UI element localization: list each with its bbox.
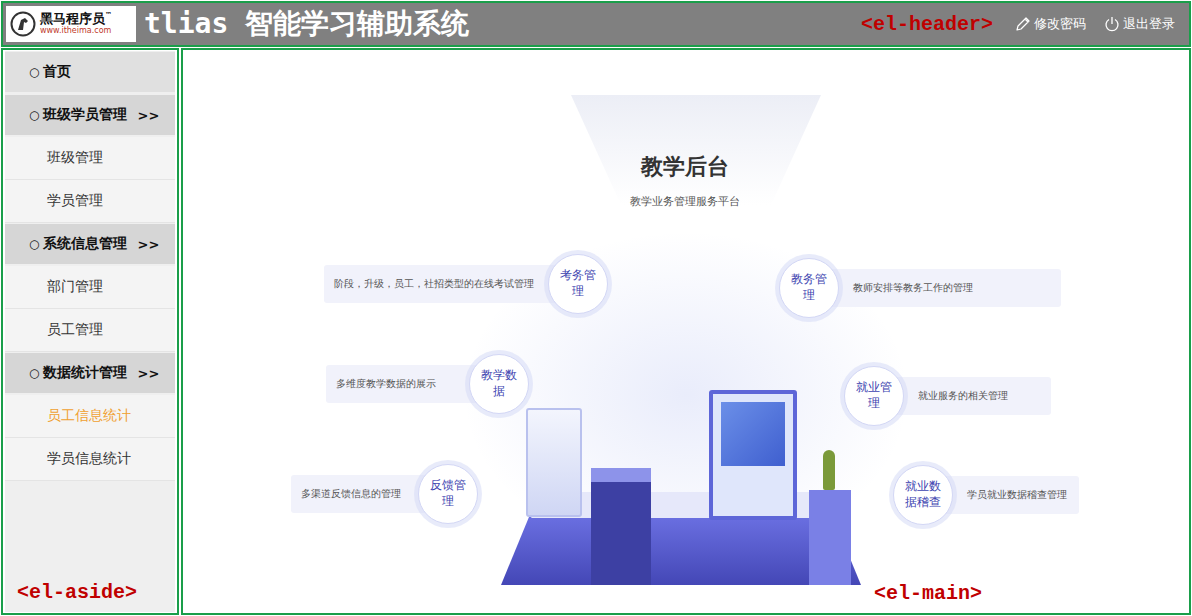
- dashboard-illustration: 教学后台教学业务管理服务平台阶段，升级，员工，社招类型的在线考试管理考务管理多维…: [281, 90, 1091, 590]
- platform: [501, 515, 861, 585]
- aside-annotation: <el-aside>: [5, 581, 175, 612]
- module-node[interactable]: 就业管理就业服务的相关管理: [844, 366, 1051, 426]
- header-action[interactable]: 退出登录: [1104, 15, 1175, 33]
- module-node[interactable]: 阶段，升级，员工，社招类型的在线考试管理考务管理: [324, 254, 608, 314]
- aside: ○首页○班级学员管理>>班级管理学员管理○系统信息管理>>部门管理员工管理○数据…: [1, 48, 179, 615]
- module-description: 阶段，升级，员工，社招类型的在线考试管理: [324, 265, 578, 303]
- submenu-item[interactable]: 部门管理: [5, 266, 175, 309]
- submenu-item[interactable]: 学员管理: [5, 180, 175, 223]
- power-icon: [1104, 16, 1120, 32]
- module-node[interactable]: 教务管理教师安排等教务工作的管理: [779, 258, 1061, 318]
- submenu-item[interactable]: 员工管理: [5, 309, 175, 352]
- pillar: [809, 490, 851, 585]
- side-menu: ○首页○班级学员管理>>班级管理学员管理○系统信息管理>>部门管理员工管理○数据…: [5, 51, 175, 481]
- light-beam: [571, 95, 821, 205]
- submenu-item[interactable]: 学员信息统计: [5, 438, 175, 481]
- main-annotation: <el-main>: [874, 582, 982, 605]
- monitor: [709, 390, 797, 520]
- app-page: 黑马程序员™www.itheima.comtlias 智能学习辅助系统<el-h…: [0, 0, 1192, 616]
- submenu-item[interactable]: 班级管理: [5, 137, 175, 180]
- module-name[interactable]: 反馈管理: [418, 464, 478, 524]
- app-title: tlias 智能学习辅助系统: [144, 5, 469, 43]
- header-action[interactable]: 修改密码: [1015, 15, 1086, 33]
- horse-logo-icon: [10, 11, 36, 37]
- module-name[interactable]: 就业管理: [844, 366, 904, 426]
- main-subtitle: 教学业务管理服务平台: [535, 194, 835, 209]
- menu-group[interactable]: ○数据统计管理>>: [5, 353, 175, 393]
- pencil-icon: [1015, 16, 1031, 32]
- module-node[interactable]: 多维度教学数据的展示教学数据: [326, 354, 529, 414]
- main: 教学后台教学业务管理服务平台阶段，升级，员工，社招类型的在线考试管理考务管理多维…: [181, 48, 1191, 615]
- logo-url: www.itheima.com: [40, 27, 112, 36]
- module-name[interactable]: 教务管理: [779, 258, 839, 318]
- module-description: 教师安排等教务工作的管理: [809, 269, 1061, 307]
- module-name[interactable]: 就业数据稽查: [893, 465, 953, 525]
- header-actions: 修改密码退出登录: [1015, 15, 1175, 33]
- body: ○首页○班级学员管理>>班级管理学员管理○系统信息管理>>部门管理员工管理○数据…: [1, 48, 1191, 615]
- header-annotation: <el-header>: [861, 13, 993, 36]
- logo[interactable]: 黑马程序员™www.itheima.com: [6, 6, 136, 42]
- logo-name: 黑马程序员™: [40, 12, 112, 26]
- module-name[interactable]: 教学数据: [469, 354, 529, 414]
- menu-group[interactable]: ○系统信息管理>>: [5, 224, 175, 264]
- tower: [591, 468, 651, 585]
- tablet: [526, 408, 582, 517]
- header: 黑马程序员™www.itheima.comtlias 智能学习辅助系统<el-h…: [1, 1, 1191, 47]
- menu-item[interactable]: ○首页: [5, 52, 175, 92]
- submenu-item[interactable]: 员工信息统计: [5, 395, 175, 438]
- module-name[interactable]: 考务管理: [548, 254, 608, 314]
- module-node[interactable]: 就业数据稽查学员就业数据稽查管理: [893, 465, 1079, 525]
- module-node[interactable]: 多渠道反馈信息的管理反馈管理: [291, 464, 478, 524]
- title-block: 教学后台教学业务管理服务平台: [535, 152, 835, 209]
- menu-group[interactable]: ○班级学员管理>>: [5, 95, 175, 135]
- main-title: 教学后台: [535, 152, 835, 182]
